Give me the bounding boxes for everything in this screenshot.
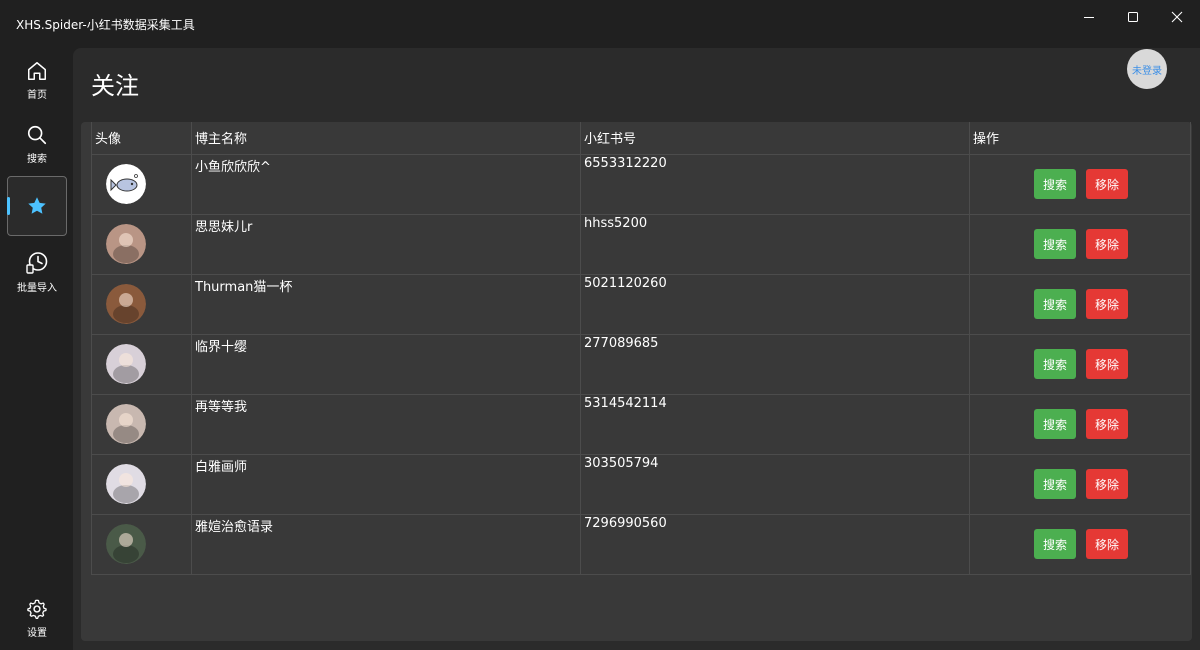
minimize-button[interactable] bbox=[1066, 0, 1112, 34]
avatar-image bbox=[106, 224, 146, 264]
blogger-name: 再等等我 bbox=[191, 394, 581, 455]
remove-button[interactable]: 移除 bbox=[1086, 349, 1128, 379]
nav-item-search[interactable]: 搜索 bbox=[7, 114, 67, 174]
sidebar-nav: 首页 搜索 批量导入 设置 bbox=[0, 48, 74, 650]
xhs-id: hhss5200 bbox=[580, 214, 970, 275]
column-header-actions: 操作 bbox=[969, 122, 1191, 155]
nav-item-batch-import[interactable]: 批量导入 bbox=[7, 242, 67, 302]
avatar-cell bbox=[91, 394, 192, 455]
actions-cell: 搜索 移除 bbox=[969, 274, 1191, 335]
xhs-id: 303505794 bbox=[580, 454, 970, 515]
avatar bbox=[106, 284, 146, 324]
avatar bbox=[106, 344, 146, 384]
actions-cell: 搜索 移除 bbox=[969, 514, 1191, 575]
remove-button[interactable]: 移除 bbox=[1086, 469, 1128, 499]
avatar-image bbox=[106, 164, 146, 204]
login-status: 未登录 bbox=[1132, 65, 1162, 77]
remove-button[interactable]: 移除 bbox=[1086, 409, 1128, 439]
batch-import-icon bbox=[26, 251, 48, 274]
nav-item-home[interactable]: 首页 bbox=[7, 50, 67, 110]
avatar bbox=[106, 224, 146, 264]
search-button[interactable]: 搜索 bbox=[1034, 229, 1076, 259]
table-row: Thurman猫一杯 5021120260 搜索 移除 bbox=[91, 274, 1191, 335]
avatar-image bbox=[106, 524, 146, 564]
search-button[interactable]: 搜索 bbox=[1034, 349, 1076, 379]
follow-table: 头像 博主名称 小红书号 操作 小鱼欣欣欣^ 6553312220 搜索 移除 bbox=[91, 122, 1191, 575]
column-header-xhs-id: 小红书号 bbox=[580, 122, 970, 155]
gear-icon bbox=[27, 599, 47, 619]
actions-cell: 搜索 移除 bbox=[969, 154, 1191, 215]
page-title: 关注 bbox=[91, 72, 139, 100]
table-row: 雅媗治愈语录 7296990560 搜索 移除 bbox=[91, 514, 1191, 575]
avatar-image bbox=[106, 344, 146, 384]
avatar-cell bbox=[91, 334, 192, 395]
search-button[interactable]: 搜索 bbox=[1034, 289, 1076, 319]
nav-item-settings[interactable]: 设置 bbox=[7, 588, 67, 648]
xhs-id: 5021120260 bbox=[580, 274, 970, 335]
nav-item-label: 设置 bbox=[27, 627, 47, 639]
blogger-name: 临界十缨 bbox=[191, 334, 581, 395]
search-button[interactable]: 搜索 bbox=[1034, 469, 1076, 499]
blogger-name: 雅媗治愈语录 bbox=[191, 514, 581, 575]
avatar bbox=[106, 464, 146, 504]
home-icon bbox=[28, 61, 46, 80]
main-content: 关注 未登录 头像 博主名称 小红书号 操作 小鱼欣欣欣^ 6553312220… bbox=[73, 48, 1200, 650]
close-icon bbox=[1171, 11, 1183, 23]
actions-cell: 搜索 移除 bbox=[969, 454, 1191, 515]
title-bar: XHS.Spider-小红书数据采集工具 bbox=[0, 0, 1200, 48]
avatar bbox=[106, 164, 146, 204]
nav-item-label: 搜索 bbox=[27, 153, 47, 165]
nav-item-label: 首页 bbox=[27, 89, 47, 101]
table-row: 临界十缨 277089685 搜索 移除 bbox=[91, 334, 1191, 395]
close-button[interactable] bbox=[1154, 0, 1200, 34]
table-row: 小鱼欣欣欣^ 6553312220 搜索 移除 bbox=[91, 154, 1191, 215]
nav-item-label: 批量导入 bbox=[17, 282, 57, 294]
table-row: 思思妹儿r hhss5200 搜索 移除 bbox=[91, 214, 1191, 275]
avatar bbox=[106, 524, 146, 564]
active-indicator bbox=[7, 197, 10, 215]
search-icon bbox=[27, 125, 47, 144]
nav-item-follow[interactable] bbox=[7, 176, 67, 236]
blogger-name: 小鱼欣欣欣^ bbox=[191, 154, 581, 215]
minimize-icon bbox=[1084, 17, 1094, 18]
xhs-id: 277089685 bbox=[580, 334, 970, 395]
remove-button[interactable]: 移除 bbox=[1086, 229, 1128, 259]
search-button[interactable]: 搜索 bbox=[1034, 409, 1076, 439]
avatar-image bbox=[106, 284, 146, 324]
remove-button[interactable]: 移除 bbox=[1086, 529, 1128, 559]
blogger-name: 思思妹儿r bbox=[191, 214, 581, 275]
xhs-id: 6553312220 bbox=[580, 154, 970, 215]
remove-button[interactable]: 移除 bbox=[1086, 169, 1128, 199]
avatar-cell bbox=[91, 214, 192, 275]
avatar-image bbox=[106, 404, 146, 444]
blogger-name: Thurman猫一杯 bbox=[191, 274, 581, 335]
avatar-image bbox=[106, 464, 146, 504]
avatar-cell bbox=[91, 514, 192, 575]
maximize-icon bbox=[1128, 12, 1138, 22]
follow-list-panel: 头像 博主名称 小红书号 操作 小鱼欣欣欣^ 6553312220 搜索 移除 bbox=[81, 122, 1192, 641]
actions-cell: 搜索 移除 bbox=[969, 394, 1191, 455]
login-avatar-button[interactable]: 未登录 bbox=[1127, 49, 1167, 89]
xhs-id: 7296990560 bbox=[580, 514, 970, 575]
column-header-avatar: 头像 bbox=[91, 122, 192, 155]
xhs-id: 5314542114 bbox=[580, 394, 970, 455]
search-button[interactable]: 搜索 bbox=[1034, 529, 1076, 559]
star-icon bbox=[28, 197, 46, 214]
table-row: 再等等我 5314542114 搜索 移除 bbox=[91, 394, 1191, 455]
avatar bbox=[106, 404, 146, 444]
actions-cell: 搜索 移除 bbox=[969, 334, 1191, 395]
blogger-name: 白雅画师 bbox=[191, 454, 581, 515]
table-header-row: 头像 博主名称 小红书号 操作 bbox=[91, 122, 1191, 155]
maximize-button[interactable] bbox=[1110, 0, 1156, 34]
avatar-cell bbox=[91, 454, 192, 515]
remove-button[interactable]: 移除 bbox=[1086, 289, 1128, 319]
actions-cell: 搜索 移除 bbox=[969, 214, 1191, 275]
search-button[interactable]: 搜索 bbox=[1034, 169, 1076, 199]
avatar-cell bbox=[91, 274, 192, 335]
table-row: 白雅画师 303505794 搜索 移除 bbox=[91, 454, 1191, 515]
app-title: XHS.Spider-小红书数据采集工具 bbox=[16, 18, 195, 32]
avatar-cell bbox=[91, 154, 192, 215]
column-header-name: 博主名称 bbox=[191, 122, 581, 155]
